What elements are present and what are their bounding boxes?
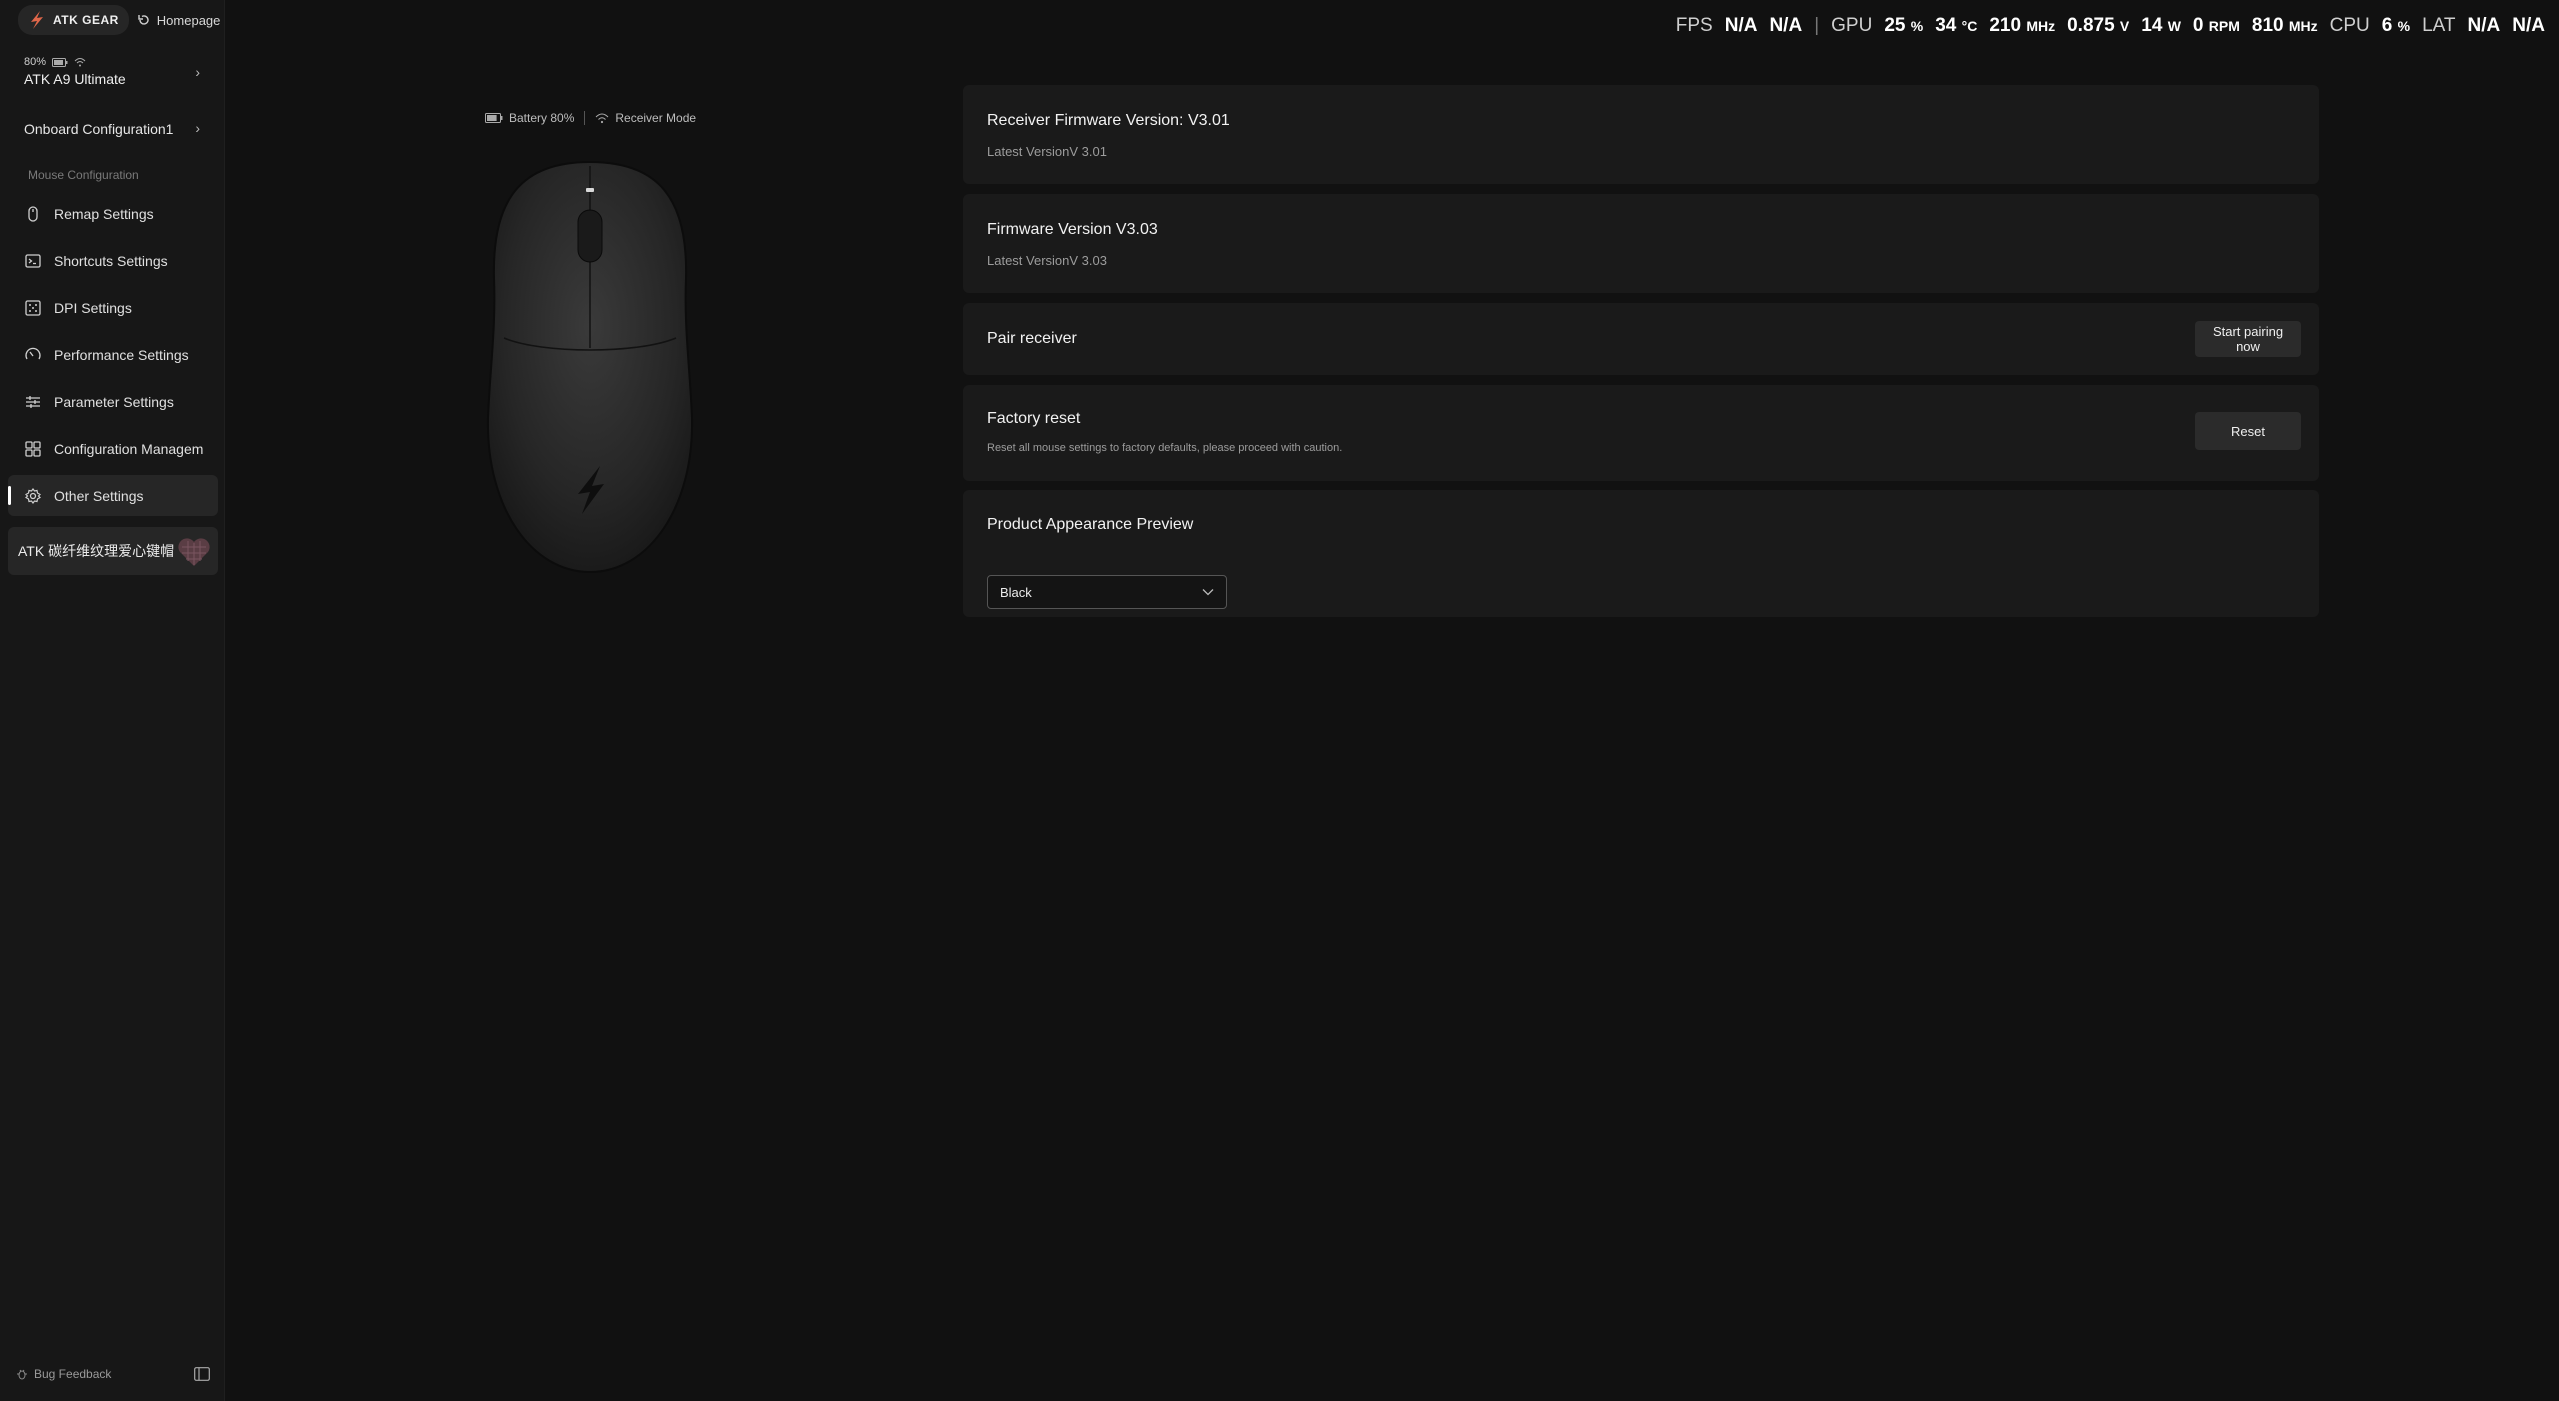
fan-speed: 0 RPM [2192, 15, 2240, 36]
atk-logo-icon [31, 11, 43, 29]
firmware-title: Firmware Version V3.03 [987, 221, 1158, 238]
sidebar-item-shortcuts[interactable]: Shortcuts Settings [8, 240, 218, 281]
firmware-latest: Latest VersionV 3.03 [987, 253, 1107, 268]
brand-name: ATK GEAR [53, 13, 119, 27]
sidebar-item-label: Shortcuts Settings [54, 252, 168, 269]
memory-clock: 810 MHz [2251, 15, 2318, 36]
cpu-load: 6 % [2381, 15, 2411, 36]
wifi-icon [74, 58, 86, 67]
chevron-down-icon [1202, 589, 1214, 596]
pair-receiver-card: Pair receiver Start pairing now [963, 303, 2319, 375]
preview-status-bar: Battery 80% Receiver Mode [485, 111, 696, 125]
receiver-firmware-title: Receiver Firmware Version: V3.01 [987, 112, 1230, 129]
mouse-icon [28, 205, 38, 222]
brand-bar: ATK GEAR Homepage [18, 5, 228, 35]
sidebar-item-label: Remap Settings [54, 205, 154, 222]
mode-label: Receiver Mode [615, 111, 697, 125]
sidebar-item-remap[interactable]: Remap Settings [8, 193, 218, 234]
preview-mode: Receiver Mode [595, 111, 696, 125]
appearance-preview-card: Product Appearance Preview Black [963, 490, 2319, 617]
bug-feedback-label: Bug Feedback [34, 1367, 112, 1381]
sidebar: ATK GEAR Homepage 80% ATK A9 Ultimate › … [0, 0, 225, 1401]
sidebar-item-parameter[interactable]: Parameter Settings [8, 381, 218, 422]
cpu-label: CPU [2329, 15, 2370, 36]
sidebar-item-label: DPI Settings [54, 299, 132, 316]
heart-keycap-image [178, 538, 210, 566]
fps-value-secondary: N/A [1769, 15, 1803, 36]
receiver-firmware-card: Receiver Firmware Version: V3.01 Latest … [963, 85, 2319, 184]
receiver-firmware-latest: Latest VersionV 3.01 [987, 144, 1107, 159]
appearance-select[interactable]: Black [987, 575, 1227, 609]
brand-chip[interactable]: ATK GEAR [18, 5, 129, 35]
gauge-icon [25, 347, 41, 359]
gpu-clock: 210 MHz [1989, 15, 2056, 36]
promo-banner[interactable]: ATK 碳纤维纹理爱心键帽 [8, 527, 218, 575]
terminal-icon [25, 253, 41, 268]
gpu-power: 14 W [2141, 15, 2181, 36]
promo-label: ATK 碳纤维纹理爱心键帽 [18, 543, 175, 559]
fps-value: N/A [1724, 15, 1758, 36]
gpu-temp: 34 °C [1935, 15, 1978, 36]
performance-overlay: FPS N/A N/A | GPU 25 % 34 °C 210 MHz 0.8… [1676, 11, 2545, 41]
sidebar-item-label: Performance Settings [54, 346, 189, 363]
sliders-icon [26, 395, 40, 408]
gpu-load: 25 % [1884, 15, 1924, 36]
sidebar-item-configuration[interactable]: Configuration Managem [8, 428, 218, 469]
back-arrow-icon [138, 15, 149, 25]
wifi-icon [596, 113, 609, 124]
sidebar-item-performance[interactable]: Performance Settings [8, 334, 218, 375]
battery-label: Battery 80% [509, 111, 575, 125]
lat-value-secondary: N/A [2512, 15, 2545, 36]
lat-label: LAT [2422, 15, 2456, 36]
sidebar-footer: Bug Feedback [16, 1362, 210, 1386]
settings-nav: Remap Settings Shortcuts Settings DPI Se… [8, 193, 218, 522]
reset-button[interactable]: Reset [2195, 412, 2301, 450]
gpu-voltage: 0.875 V [2067, 15, 2130, 36]
factory-reset-title: Factory reset [987, 410, 1081, 427]
pair-receiver-title: Pair receiver [987, 330, 1077, 347]
mouse-preview-image [486, 160, 694, 574]
device-battery-text: 80% [24, 56, 47, 68]
appearance-preview-title: Product Appearance Preview [987, 516, 1194, 533]
start-pairing-button[interactable]: Start pairing now [2195, 321, 2301, 357]
battery-icon [52, 57, 68, 67]
dpi-icon [25, 299, 41, 316]
appearance-selected-value: Black [1000, 584, 1032, 600]
device-name: ATK A9 Ultimate [24, 71, 126, 87]
status-divider [584, 111, 586, 125]
chevron-right-icon: › [195, 64, 200, 80]
homepage-label: Homepage [156, 12, 221, 28]
section-label: Mouse Configuration [28, 168, 139, 182]
sidebar-item-dpi[interactable]: DPI Settings [8, 287, 218, 328]
gpu-label: GPU [1831, 15, 1873, 36]
fps-label: FPS [1675, 15, 1713, 36]
bug-icon [17, 1369, 27, 1380]
chevron-right-icon: › [195, 120, 200, 136]
factory-reset-card: Factory reset Reset all mouse settings t… [963, 385, 2319, 481]
bug-feedback-button[interactable]: Bug Feedback [16, 1367, 111, 1381]
lat-value: N/A [2467, 15, 2501, 36]
onboard-config-label: Onboard Configuration1 [24, 121, 174, 137]
onboard-config-selector[interactable]: Onboard Configuration1 › [10, 116, 214, 142]
grid-icon [25, 440, 41, 457]
gear-icon [25, 487, 41, 504]
overlay-separator: | [1814, 15, 1820, 36]
sidebar-item-label: Other Settings [54, 487, 144, 504]
factory-reset-description: Reset all mouse settings to factory defa… [987, 442, 1343, 454]
device-status: 80% [24, 56, 200, 68]
collapse-sidebar-icon[interactable] [194, 1367, 210, 1381]
sidebar-item-label: Configuration Managem [54, 440, 204, 457]
sidebar-item-other[interactable]: Other Settings [8, 475, 218, 516]
battery-icon [485, 113, 503, 123]
sidebar-item-label: Parameter Settings [54, 393, 174, 410]
firmware-card: Firmware Version V3.03 Latest VersionV 3… [963, 194, 2319, 293]
homepage-link[interactable]: Homepage [137, 12, 221, 28]
preview-battery: Battery 80% [485, 111, 574, 125]
device-selector[interactable]: 80% ATK A9 Ultimate › [10, 52, 214, 98]
